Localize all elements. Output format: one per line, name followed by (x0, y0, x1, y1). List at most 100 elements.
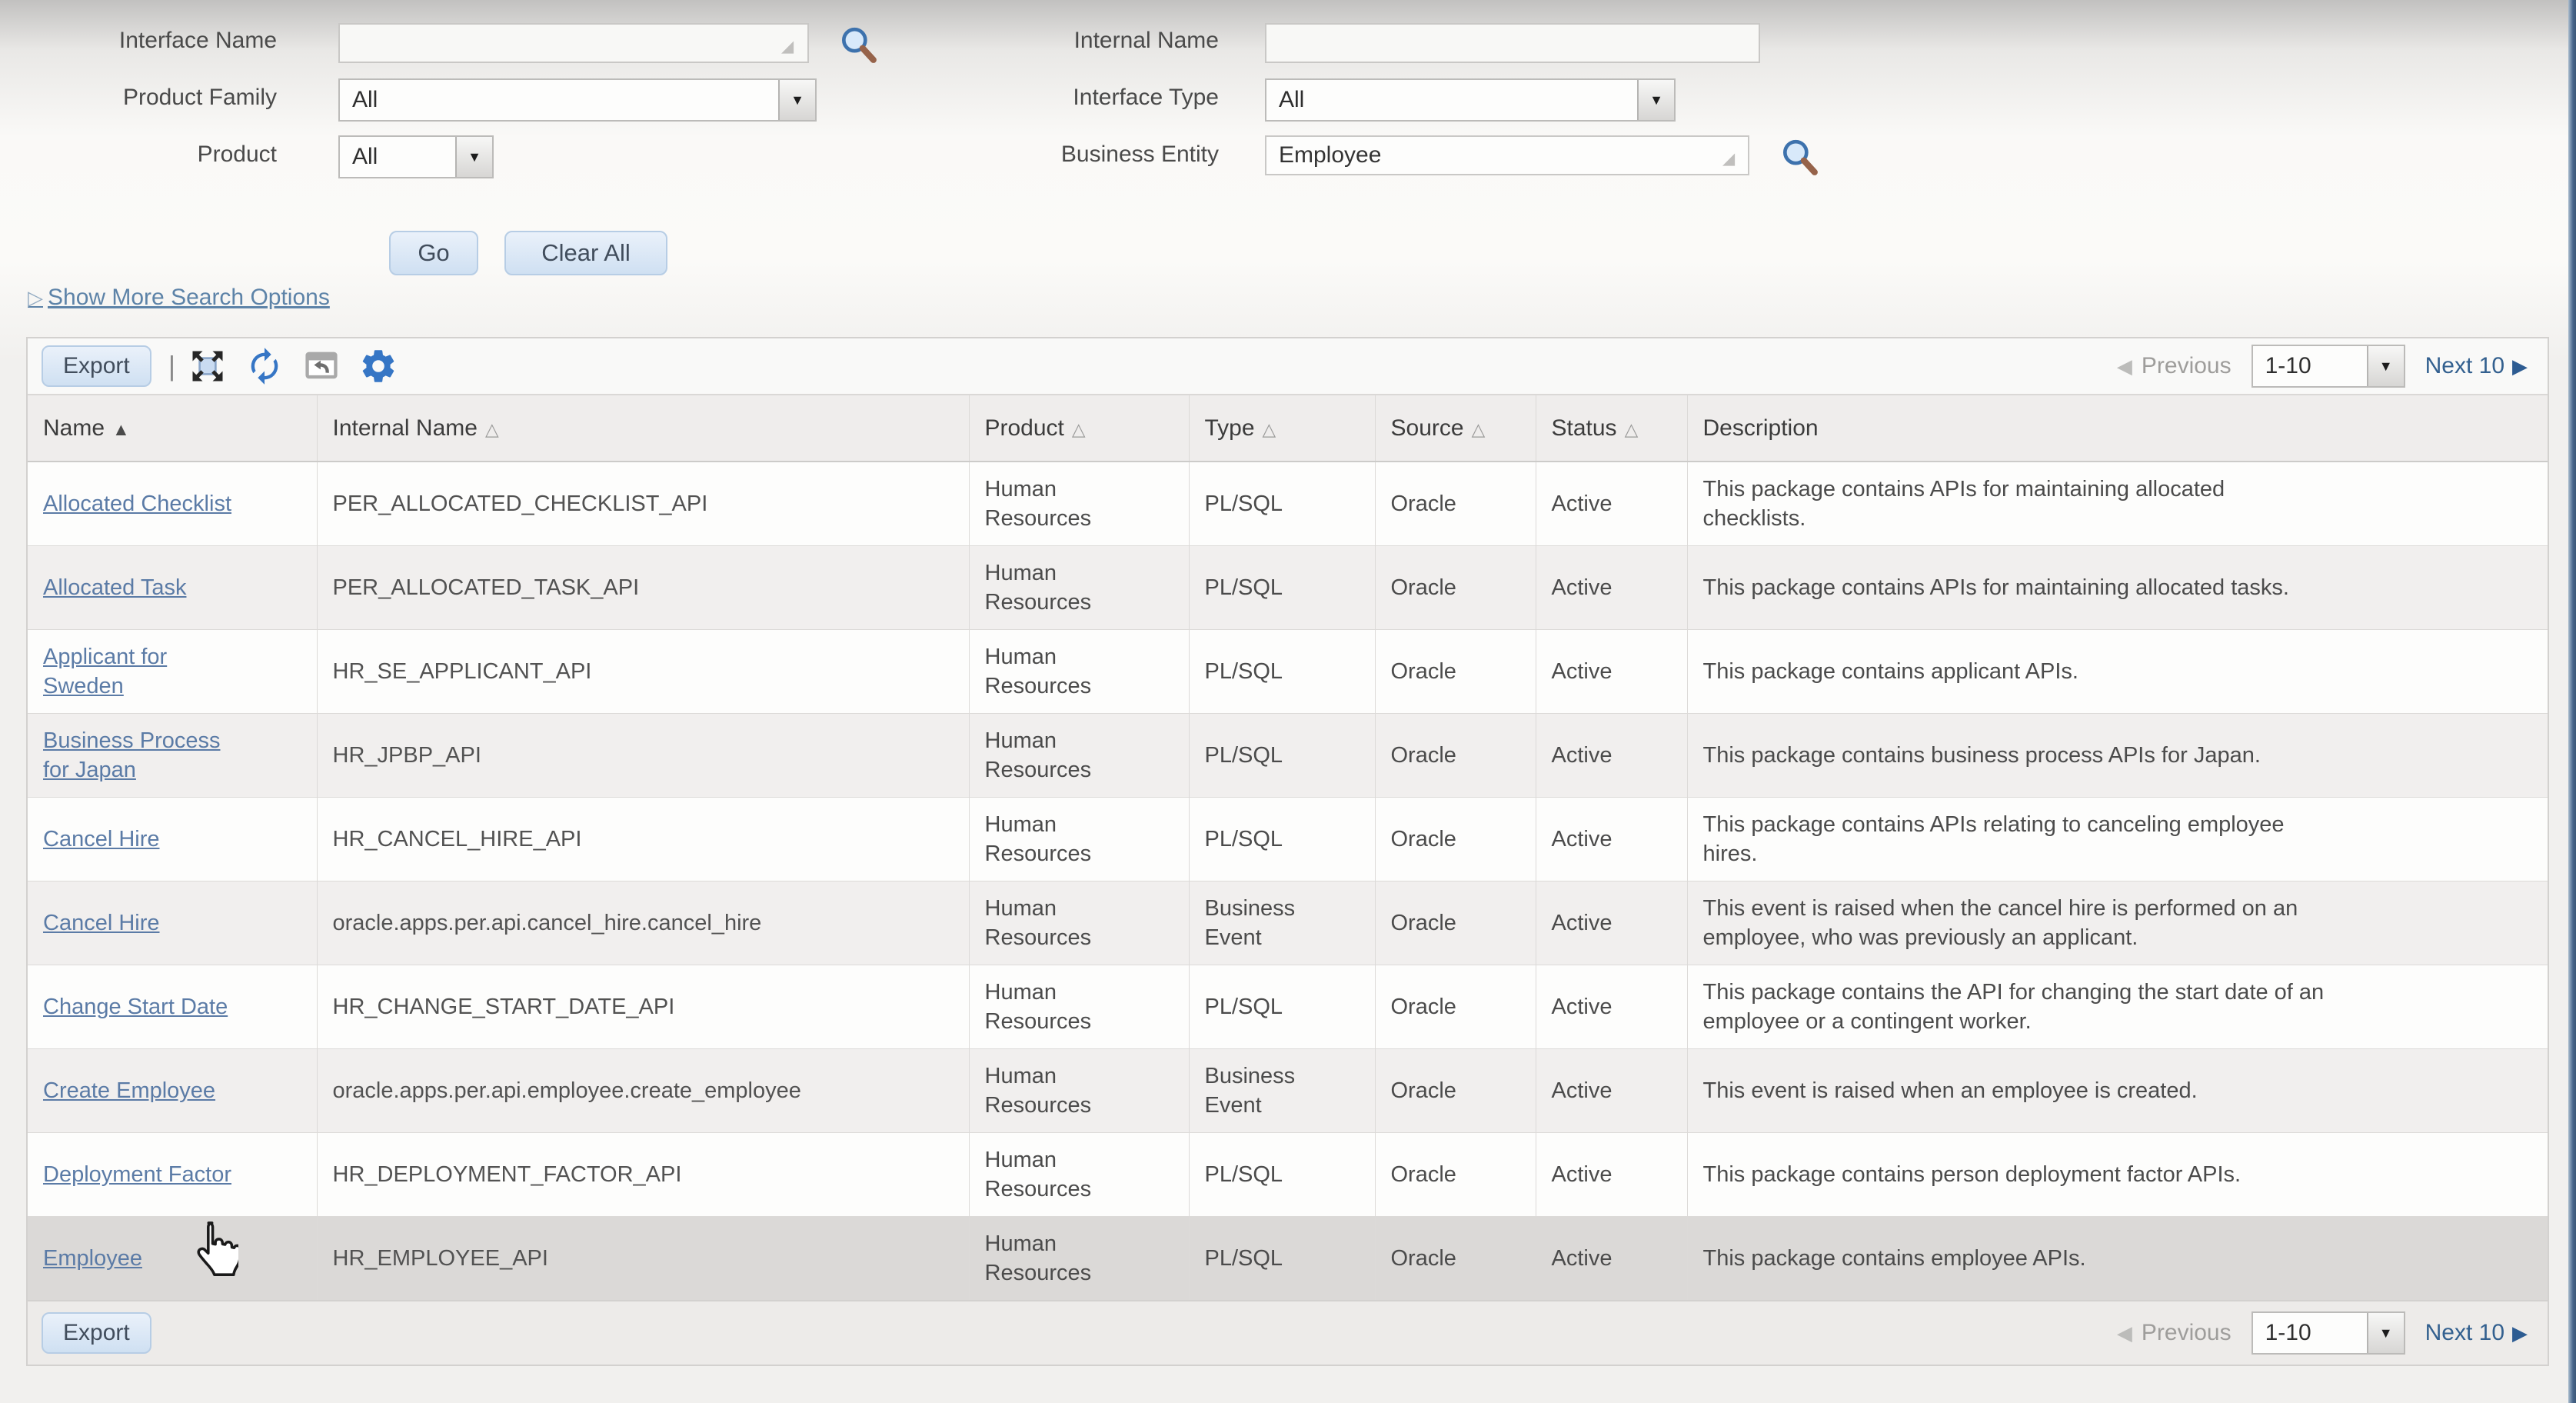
source-cell: Oracle (1375, 630, 1536, 714)
product-cell: Human Resources (985, 978, 1131, 1036)
column-label: Internal Name (333, 415, 478, 441)
column-header-source[interactable]: Source (1375, 395, 1536, 462)
expand-icon[interactable] (188, 346, 228, 386)
interface-name-link[interactable]: Allocated Checklist (43, 489, 231, 518)
type-cell: PL/SQL (1205, 1244, 1283, 1273)
product-cell: Human Resources (985, 642, 1131, 701)
interface-type-value: All (1266, 80, 1637, 120)
interface-name-link[interactable]: Create Employee (43, 1076, 215, 1105)
product-select[interactable]: All (338, 135, 494, 178)
column-header-description[interactable]: Description (1687, 395, 2548, 462)
interface-type-select[interactable]: All (1265, 78, 1676, 122)
column-label: Product (985, 415, 1064, 441)
resize-corner-icon (781, 37, 794, 56)
interface-name-link[interactable]: Deployment Factor (43, 1160, 231, 1189)
internal-name-cell: HR_CANCEL_HIRE_API (317, 798, 969, 881)
integration-repository-search-page: Interface Name Internal Name Product Fam… (0, 0, 2576, 1403)
column-header-internal-name[interactable]: Internal Name (317, 395, 969, 462)
type-cell: PL/SQL (1205, 489, 1283, 518)
table-row: Change Start Date HR_CHANGE_START_DATE_A… (28, 965, 2548, 1049)
next-link[interactable]: Next 10 (2425, 1320, 2504, 1346)
status-cell: Active (1536, 1049, 1687, 1133)
previous-link[interactable]: Previous (2142, 353, 2232, 379)
type-cell: PL/SQL (1205, 741, 1283, 770)
previous-link[interactable]: Previous (2142, 1320, 2232, 1346)
column-header-status[interactable]: Status (1536, 395, 1687, 462)
pagination-bottom: Previous 1-10 Next 10 (2117, 1311, 2534, 1355)
interface-name-link[interactable]: Applicant for Sweden (43, 642, 252, 701)
interface-name-link[interactable]: Allocated Task (43, 573, 186, 602)
column-header-type[interactable]: Type (1189, 395, 1375, 462)
export-button-bottom[interactable]: Export (42, 1312, 151, 1354)
sort-unsorted-icon (1472, 419, 1486, 440)
status-cell: Active (1536, 1133, 1687, 1217)
interface-name-link[interactable]: Cancel Hire (43, 908, 160, 938)
description-cell: This package contains APIs for maintaini… (1703, 475, 2334, 533)
resize-corner-icon (1722, 149, 1735, 168)
internal-name-cell: HR_EMPLOYEE_API (317, 1217, 969, 1301)
results-panel: Export Previous 1 (26, 337, 2549, 1366)
type-cell: PL/SQL (1205, 992, 1283, 1021)
internal-name-cell: HR_DEPLOYMENT_FACTOR_API (317, 1133, 969, 1217)
table-row: Deployment Factor HR_DEPLOYMENT_FACTOR_A… (28, 1133, 2548, 1217)
table-row: Cancel Hire HR_CANCEL_HIRE_API Human Res… (28, 798, 2548, 881)
next-arrow-icon[interactable] (2512, 355, 2528, 378)
refresh-icon[interactable] (245, 346, 285, 386)
interface-name-link[interactable]: Cancel Hire (43, 825, 160, 854)
internal-name-input[interactable] (1265, 23, 1760, 63)
column-header-name[interactable]: Name (28, 395, 317, 462)
column-label: Status (1552, 415, 1617, 441)
detach-icon[interactable] (301, 346, 341, 386)
dropdown-caret-icon[interactable] (1637, 80, 1674, 120)
record-range-select[interactable]: 1-10 (2252, 1311, 2405, 1355)
dropdown-caret-icon[interactable] (2367, 1313, 2404, 1353)
status-cell: Active (1536, 462, 1687, 546)
product-value: All (340, 137, 455, 177)
toolbar-separator (168, 350, 175, 382)
table-row: Allocated Task PER_ALLOCATED_TASK_API Hu… (28, 546, 2548, 630)
table-footer-toolbar: Export Previous 1-10 Next 10 (28, 1300, 2548, 1365)
record-range-value: 1-10 (2253, 1313, 2367, 1353)
dropdown-caret-icon[interactable] (455, 137, 492, 177)
interface-name-search-icon[interactable] (837, 23, 880, 66)
product-cell: Human Resources (985, 726, 1131, 785)
next-link[interactable]: Next 10 (2425, 353, 2504, 379)
column-label: Description (1703, 415, 1819, 441)
status-cell: Active (1536, 965, 1687, 1049)
previous-arrow-icon[interactable] (2117, 355, 2132, 378)
dropdown-caret-icon[interactable] (778, 80, 815, 120)
status-cell: Active (1536, 881, 1687, 965)
source-cell: Oracle (1375, 546, 1536, 630)
interface-name-link[interactable]: Employee (43, 1244, 142, 1273)
column-header-product[interactable]: Product (969, 395, 1189, 462)
column-label: Type (1205, 415, 1255, 441)
status-cell: Active (1536, 714, 1687, 798)
interface-name-input[interactable] (338, 23, 809, 63)
product-family-select[interactable]: All (338, 78, 817, 122)
description-cell: This package contains business process A… (1703, 741, 2261, 770)
sort-unsorted-icon (485, 419, 499, 440)
business-entity-search-icon[interactable] (1778, 135, 1821, 178)
internal-name-cell: HR_SE_APPLICANT_API (317, 630, 969, 714)
previous-arrow-icon[interactable] (2117, 1321, 2132, 1345)
gear-icon[interactable] (358, 346, 398, 386)
business-entity-input[interactable] (1265, 135, 1749, 175)
interface-name-link[interactable]: Business Process for Japan (43, 726, 252, 785)
product-cell: Human Resources (985, 1061, 1131, 1120)
table-row: Allocated Checklist PER_ALLOCATED_CHECKL… (28, 462, 2548, 546)
table-row: Cancel Hire oracle.apps.per.api.cancel_h… (28, 881, 2548, 965)
record-range-select[interactable]: 1-10 (2252, 345, 2405, 388)
results-table: Name Internal Name Product Type Source S… (28, 395, 2548, 1300)
status-cell: Active (1536, 630, 1687, 714)
clear-all-button[interactable]: Clear All (504, 231, 667, 275)
source-cell: Oracle (1375, 462, 1536, 546)
dropdown-caret-icon[interactable] (2367, 346, 2404, 386)
interface-name-link[interactable]: Change Start Date (43, 992, 228, 1021)
next-arrow-icon[interactable] (2512, 1321, 2528, 1345)
export-button[interactable]: Export (42, 345, 151, 387)
description-cell: This package contains applicant APIs. (1703, 657, 2078, 686)
show-more-search-options-link[interactable]: Show More Search Options (28, 285, 330, 311)
go-button[interactable]: Go (389, 231, 478, 275)
show-more-label: Show More Search Options (48, 285, 330, 311)
chevron-right-icon (28, 286, 43, 310)
